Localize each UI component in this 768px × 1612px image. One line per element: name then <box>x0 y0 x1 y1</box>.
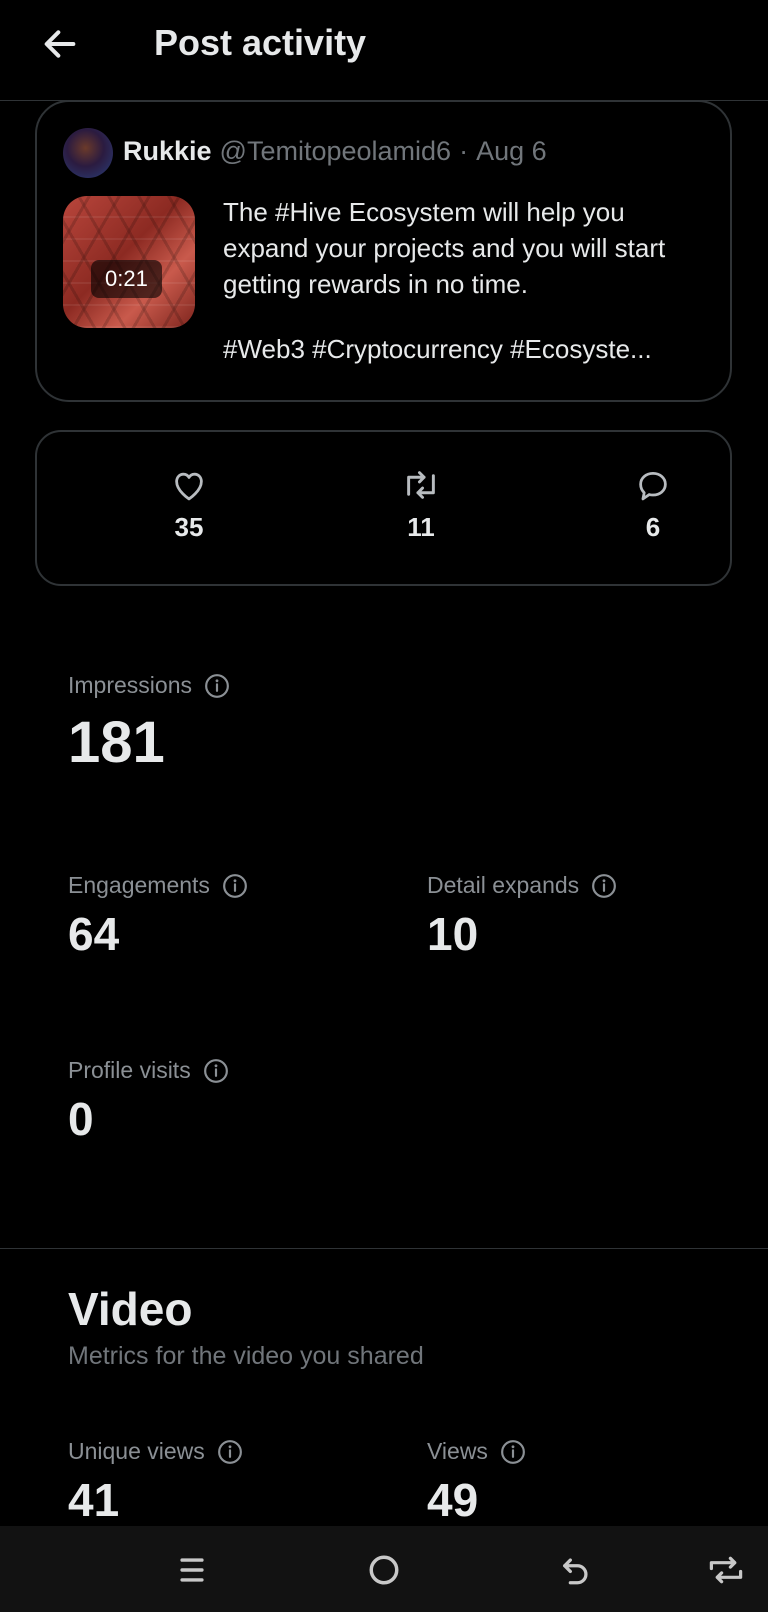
home-circle-icon <box>369 1555 399 1585</box>
views-metric: Views 49 <box>427 1438 526 1527</box>
engagement-stats-card: 35 11 6 <box>35 430 732 586</box>
page-title: Post activity <box>154 22 367 63</box>
recent-apps-button[interactable] <box>168 1546 216 1594</box>
info-icon[interactable] <box>222 873 248 899</box>
post-author: Rukkie @Temitopeolamid6 · Aug 6 <box>123 136 547 167</box>
engagements-metric: Engagements 64 <box>68 872 248 961</box>
author-name: Rukkie <box>123 136 212 166</box>
reposts-count: 11 <box>407 512 435 542</box>
menu-lines-icon <box>180 1558 204 1582</box>
arrow-left-icon <box>44 30 76 58</box>
impressions-value: 181 <box>68 710 165 775</box>
post-preview-card[interactable]: Rukkie @Temitopeolamid6 · Aug 6 0:21 The… <box>35 100 732 402</box>
avatar <box>63 128 113 178</box>
impressions-metric: Impressions 181 <box>68 672 230 776</box>
home-button[interactable] <box>360 1546 408 1594</box>
rotate-button[interactable] <box>702 1546 750 1594</box>
info-icon[interactable] <box>217 1439 243 1465</box>
unique-views-label: Unique views <box>68 1438 205 1464</box>
likes-count: 35 <box>174 512 204 542</box>
detail-expands-metric: Detail expands 10 <box>427 872 617 961</box>
back-button[interactable] <box>38 22 82 66</box>
views-label: Views <box>427 1438 488 1464</box>
views-value: 49 <box>427 1474 479 1526</box>
info-icon[interactable] <box>591 873 617 899</box>
heart-icon <box>175 472 203 501</box>
likes-stat: 35 <box>129 468 249 543</box>
video-section-subtitle: Metrics for the video you shared <box>68 1342 424 1370</box>
profile-visits-value: 0 <box>68 1093 94 1145</box>
back-arrow-icon <box>563 1558 588 1585</box>
reply-icon <box>639 472 667 501</box>
rotate-screen-icon <box>709 1556 743 1584</box>
info-icon[interactable] <box>204 673 230 699</box>
post-hashtags: #Web3 #Cryptocurrency #Ecosyste... <box>223 334 652 364</box>
info-icon[interactable] <box>203 1058 229 1084</box>
video-duration-badge: 0:21 <box>91 260 162 298</box>
replies-stat: 6 <box>593 468 713 543</box>
profile-visits-label: Profile visits <box>68 1057 191 1083</box>
reposts-stat: 11 <box>361 468 481 543</box>
separator-dot: · <box>459 136 469 166</box>
section-divider <box>0 1248 768 1249</box>
back-nav-button[interactable] <box>552 1546 600 1594</box>
header: Post activity <box>0 0 768 101</box>
repost-icon <box>407 471 435 499</box>
unique-views-metric: Unique views 41 <box>68 1438 243 1527</box>
video-thumbnail[interactable]: 0:21 <box>63 196 195 328</box>
detail-expands-label: Detail expands <box>427 872 580 898</box>
author-handle: @Temitopeolamid6 <box>219 136 452 166</box>
post-text: The #Hive Ecosystem will help you expand… <box>223 197 666 299</box>
engagements-label: Engagements <box>68 872 210 898</box>
detail-expands-value: 10 <box>427 908 479 960</box>
video-section-title: Video <box>68 1283 193 1335</box>
info-icon[interactable] <box>500 1439 526 1465</box>
impressions-label: Impressions <box>68 672 192 698</box>
profile-visits-metric: Profile visits 0 <box>68 1057 229 1146</box>
post-date: Aug 6 <box>476 136 547 166</box>
engagements-value: 64 <box>68 908 120 960</box>
system-navigation-bar <box>0 1526 768 1612</box>
unique-views-value: 41 <box>68 1474 120 1526</box>
replies-count: 6 <box>645 512 661 542</box>
